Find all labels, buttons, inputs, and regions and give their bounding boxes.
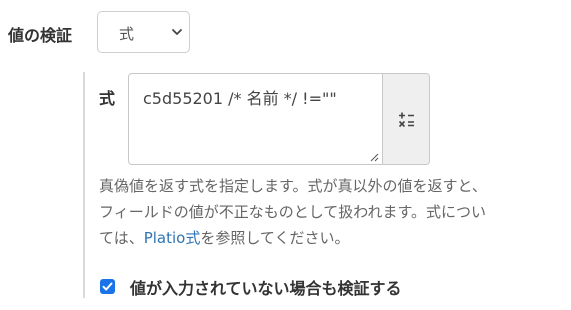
expression-label: 式	[99, 89, 116, 108]
expression-help-text: 真偽値を返す式を指定します。式が真以外の値を返すと、 フィールドの値が不正なもの…	[99, 173, 561, 251]
help-line: 真偽値を返す式を指定します。式が真以外の値を返すと、	[99, 177, 487, 195]
validate-empty-label: 値が入力されていない場合も検証する	[130, 279, 402, 298]
chevron-down-icon	[172, 29, 182, 35]
validation-label: 値の検証	[8, 26, 73, 45]
check-icon	[102, 282, 113, 291]
help-line: ては、Platio式を参照してください。	[99, 225, 561, 251]
platio-expression-link[interactable]: Platio式	[144, 229, 201, 247]
help-line: フィールドの値が不正なものとして扱われます。式につい	[99, 203, 487, 221]
section-divider	[83, 72, 85, 298]
validate-empty-checkbox[interactable]	[100, 279, 115, 294]
expression-textarea[interactable]: c5d55201 /* 名前 */ !=""	[129, 74, 382, 164]
expression-input-group: c5d55201 /* 名前 */ !=""	[128, 73, 430, 165]
resize-grip-icon[interactable]	[369, 152, 379, 162]
help-text-suffix: を参照してください。	[200, 229, 350, 247]
validation-type-select[interactable]: 式	[97, 11, 190, 53]
help-text-prefix: ては、	[99, 229, 144, 247]
validation-type-value: 式	[119, 25, 135, 43]
formula-insert-icon	[398, 112, 414, 128]
formula-insert-button[interactable]	[382, 74, 429, 164]
